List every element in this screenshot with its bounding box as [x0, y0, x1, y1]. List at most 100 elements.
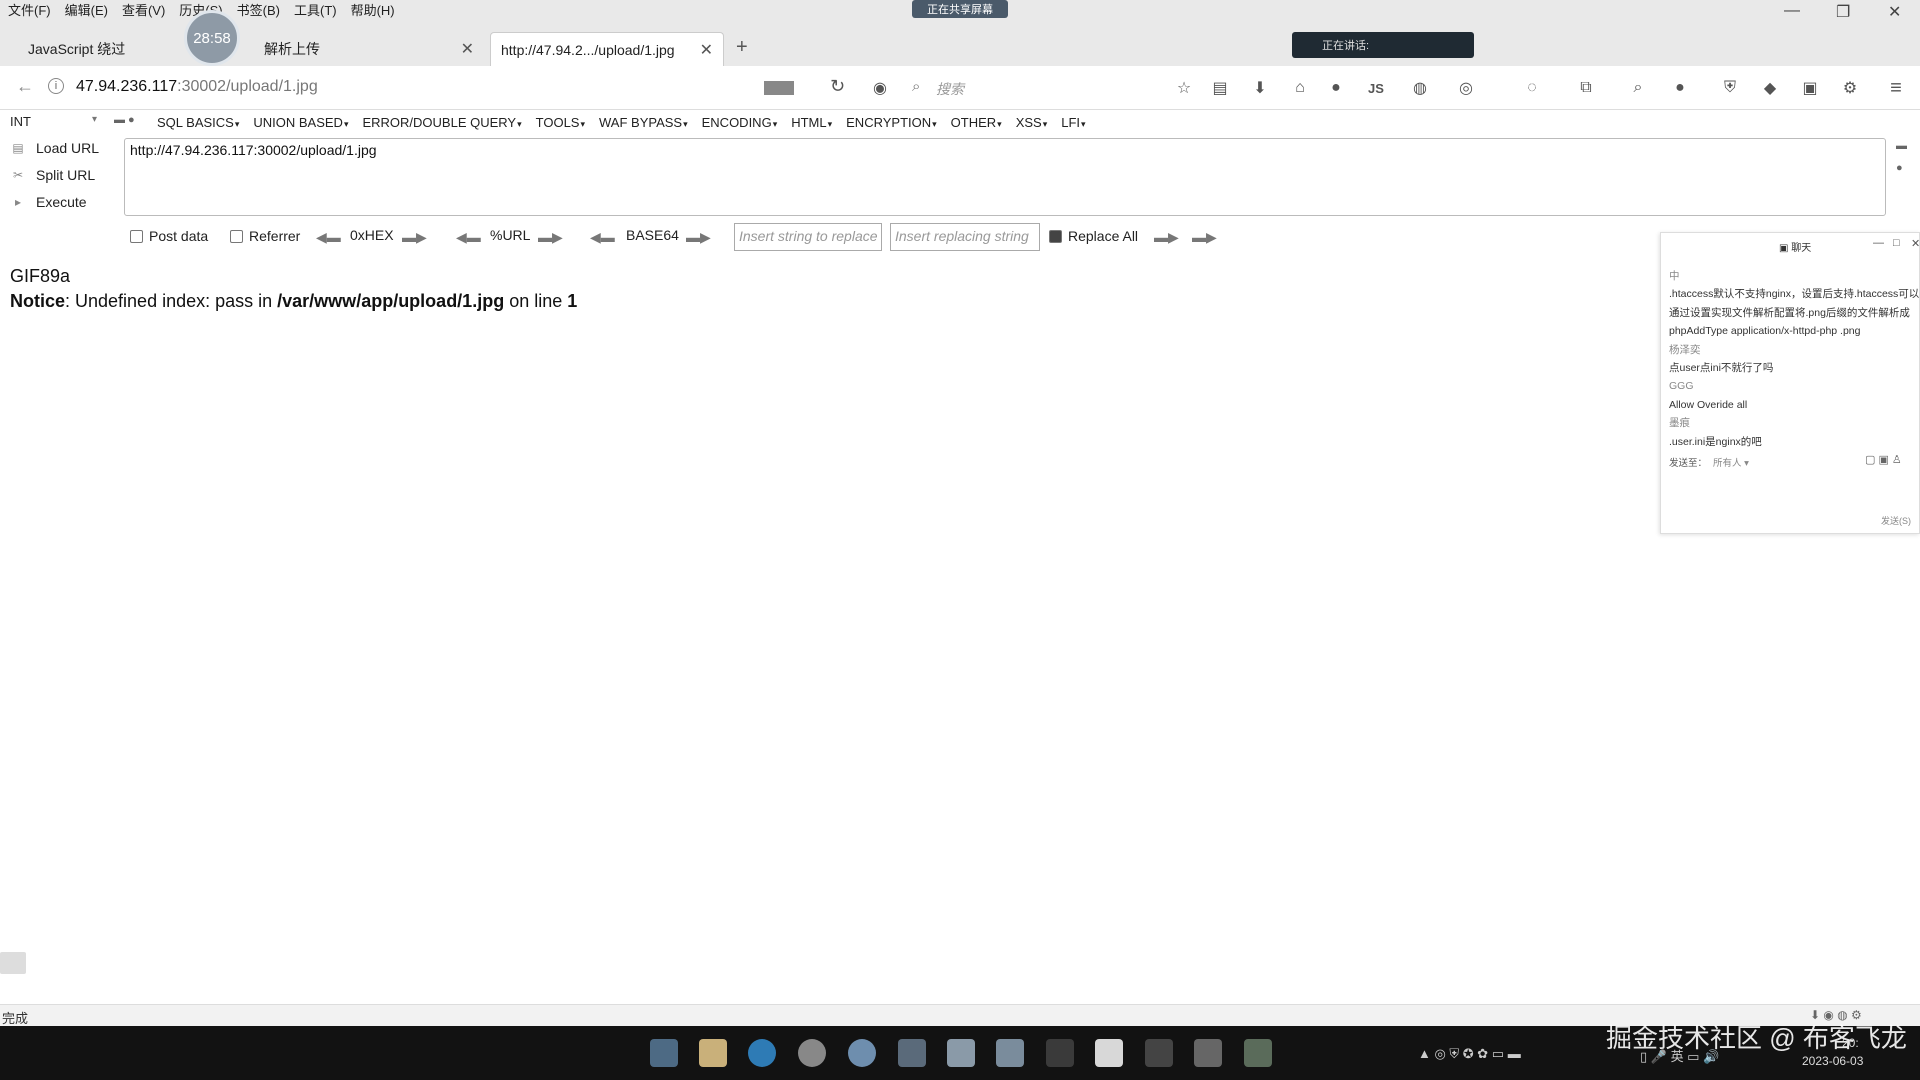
chat-send-button[interactable]: 发送(S) [1881, 514, 1911, 527]
tab-upload-parse[interactable]: 解析上传 ✕ [254, 32, 484, 66]
base64-decode-arrow-icon[interactable]: ◀▬ [590, 229, 615, 246]
file-explorer-icon[interactable] [699, 1039, 727, 1067]
menu-html[interactable]: HTML [791, 115, 832, 130]
execute-button[interactable]: ▸ Execute [10, 194, 87, 210]
menu-tools[interactable]: TOOLS [536, 115, 585, 130]
sidebar-tab-icon[interactable] [0, 952, 26, 974]
chat-restore-icon[interactable]: □ [1893, 237, 1900, 249]
clock-time: 20: [1842, 1036, 1859, 1050]
tool-app-icon[interactable] [1046, 1039, 1074, 1067]
execute-icon: ▸ [14, 195, 22, 209]
chat-message: 通过设置实现文件解析配置将.png后缀的文件解析成 [1669, 306, 1910, 319]
hackbar-dot-icon[interactable]: ● [1896, 162, 1903, 174]
firefox-browser-icon[interactable] [848, 1039, 876, 1067]
reload-icon[interactable]: ↻ [830, 76, 845, 97]
menu-error-double-query[interactable]: ERROR/DOUBLE QUERY [362, 115, 521, 130]
meeting-app-icon[interactable] [898, 1039, 926, 1067]
hamburger-menu-icon[interactable]: ≡ [1886, 77, 1906, 99]
hex-encode-arrow-icon[interactable]: ▬▶ [402, 229, 427, 246]
system-tray-icons[interactable]: ▲ ◎ ⛨ ✪ ✿ ▭ ▬ [1418, 1046, 1521, 1062]
edge-browser-icon[interactable] [748, 1039, 776, 1067]
globe-icon[interactable]: ● [1326, 78, 1346, 98]
menu-bookmarks[interactable]: 书签(B) [237, 0, 280, 19]
address-bar[interactable]: 47.94.236.117:30002/upload/1.jpg [76, 78, 318, 96]
menu-file[interactable]: 文件(F) [8, 0, 51, 19]
javascript-toggle-icon[interactable]: JS [1366, 78, 1386, 98]
translate-icon[interactable] [764, 81, 794, 95]
menu-union-based[interactable]: UNION BASED [253, 115, 348, 130]
hackbar-url-textarea[interactable]: http://47.94.236.117:30002/upload/1.jpg [124, 138, 1886, 216]
menu-edit[interactable]: 编辑(E) [65, 0, 108, 19]
base64-encode-arrow-icon[interactable]: ▬▶ [686, 229, 711, 246]
split-url-button[interactable]: ✂ Split URL [10, 167, 95, 183]
chat-sender: 杨泽奕 [1669, 343, 1701, 356]
chat-minimize-icon[interactable]: — [1873, 237, 1884, 249]
extension-diamond-icon[interactable]: ◆ [1760, 78, 1780, 98]
phpstorm-app-icon[interactable] [1145, 1039, 1173, 1067]
shield-globe-icon[interactable]: ◉ [870, 78, 890, 98]
menu-other[interactable]: OTHER [951, 115, 1002, 130]
menu-sql-basics[interactable]: SQL BASICS [157, 115, 239, 130]
split-url-icon: ✂ [12, 168, 24, 182]
settings-gear-icon[interactable]: ⚙ [1840, 78, 1860, 98]
menu-help[interactable]: 帮助(H) [351, 0, 395, 19]
post-data-checkbox[interactable]: Post data [130, 228, 208, 244]
menu-encryption[interactable]: ENCRYPTION [846, 115, 937, 130]
reader-list-icon[interactable]: ▤ [1210, 78, 1230, 98]
chat-panel: ▣ 聊天 — □ ✕ 中 .htaccess默认不支持nginx，设置后支持.h… [1660, 232, 1920, 534]
url-encode-arrow-icon[interactable]: ▬▶ [538, 229, 563, 246]
replace-next-arrow-icon[interactable]: ▬▶ [1192, 229, 1217, 246]
menu-lfi[interactable]: LFI [1061, 115, 1085, 130]
chat-toolbar-icons[interactable]: ▢ ▣ ♙ [1865, 453, 1902, 466]
chat-message: 中 [1669, 270, 1680, 282]
tab-upload-jpg[interactable]: http://47.94.2.../upload/1.jpg ✕ [490, 32, 724, 66]
notes-app-icon[interactable] [1244, 1039, 1272, 1067]
menu-tools[interactable]: 工具(T) [294, 0, 337, 19]
home-icon[interactable]: ⌂ [1290, 78, 1310, 98]
proxy-icon[interactable]: ◍ [1410, 78, 1430, 98]
tab-close-icon[interactable]: ✕ [461, 39, 474, 59]
download-icon[interactable]: ⬇ [1250, 78, 1270, 98]
chat-close-icon[interactable]: ✕ [1911, 237, 1920, 250]
photos-app-icon[interactable] [996, 1039, 1024, 1067]
menu-xss[interactable]: XSS [1016, 115, 1048, 130]
notice-mid: on line [504, 291, 568, 311]
chrome-browser-icon[interactable] [798, 1039, 826, 1067]
security-shield-icon[interactable]: ⛨ [1720, 78, 1740, 98]
search-input[interactable]: 搜索 [936, 79, 964, 99]
send-to-select[interactable]: 所有人 ▾ [1713, 455, 1749, 469]
checkbox-box [130, 229, 143, 243]
share-icon[interactable]: ⧉ [1576, 78, 1596, 98]
terminal-app-icon[interactable] [947, 1039, 975, 1067]
menu-view[interactable]: 查看(V) [122, 0, 165, 19]
zoom-icon[interactable]: ⌕ [1628, 78, 1648, 98]
menu-encoding[interactable]: ENCODING [702, 115, 778, 130]
security-app-icon[interactable] [1194, 1039, 1222, 1067]
satellite-icon[interactable]: ◌ [1522, 78, 1542, 98]
extension-box-icon[interactable]: ▣ [1800, 78, 1820, 98]
checkbox-box [230, 229, 243, 243]
referrer-checkbox[interactable]: Referrer [230, 228, 300, 244]
java-app-icon[interactable] [1095, 1039, 1123, 1067]
send-to-label: 发送至： [1669, 458, 1708, 469]
start-windows-icon[interactable] [650, 1039, 678, 1067]
back-arrow-icon[interactable]: ← [16, 76, 34, 97]
menu-waf-bypass[interactable]: WAF BYPASS [599, 115, 688, 130]
hackbar-toggle-icon[interactable]: ▬ ● [114, 114, 135, 126]
bookmark-star-icon[interactable]: ☆ [1174, 78, 1194, 98]
url-decode-arrow-icon[interactable]: ◀▬ [456, 229, 481, 246]
screen-share-banner[interactable]: 正在共享屏幕 [912, 0, 1008, 18]
hex-decode-arrow-icon[interactable]: ◀▬ [316, 229, 341, 246]
replace-search-input[interactable]: Insert string to replace [734, 223, 882, 251]
tab-close-icon[interactable]: ✕ [700, 40, 713, 60]
new-tab-icon[interactable]: + [736, 36, 748, 59]
adblock-icon[interactable]: ● [1670, 78, 1690, 98]
replace-with-input[interactable]: Insert replacing string [890, 223, 1040, 251]
replace-all-checkbox[interactable]: Replace All [1049, 228, 1138, 244]
hackbar-type-select[interactable]: INT ▾ [10, 114, 102, 129]
replace-apply-arrow-icon[interactable]: ▬▶ [1154, 229, 1179, 246]
site-info-icon[interactable]: i [48, 78, 64, 94]
color-picker-icon[interactable]: ◎ [1456, 78, 1476, 98]
load-url-button[interactable]: ▤ Load URL [10, 140, 99, 156]
hackbar-minus-icon[interactable]: ▬ [1896, 140, 1907, 152]
